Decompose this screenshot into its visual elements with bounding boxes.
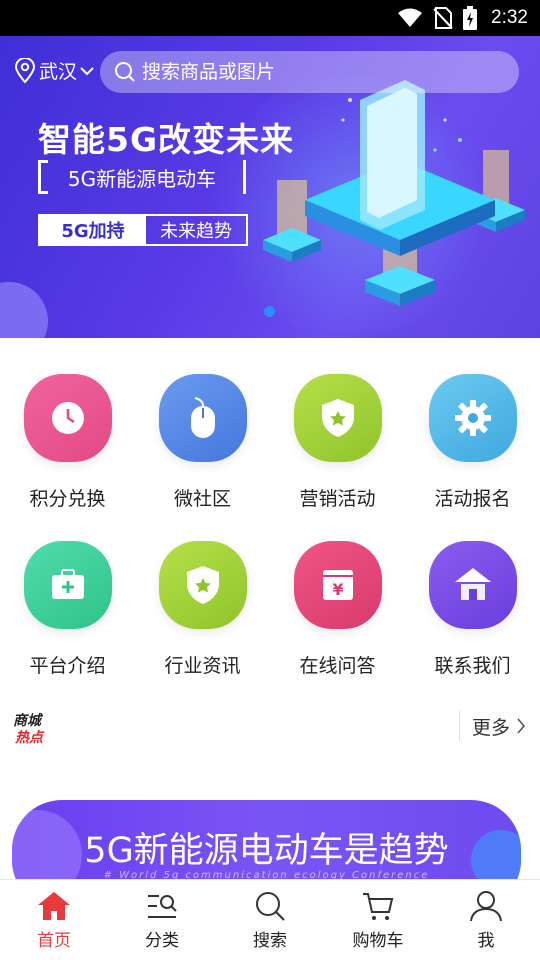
menu-item-event-signup[interactable]: 活动报名 [405, 374, 540, 511]
wifi-icon [398, 8, 423, 27]
promo-title: 5G新能源电动车是趋势 [84, 831, 449, 871]
phone-hologram-illustration [263, 80, 525, 306]
menu-item-community[interactable]: 微社区 [135, 374, 270, 511]
menu-item-marketing[interactable]: 营销活动 [270, 374, 405, 511]
menu-label: 积分兑换 [29, 488, 106, 510]
menu-item-online-qa[interactable]: ¥ 在线问答 [270, 541, 405, 678]
chevron-down-icon [80, 66, 94, 75]
location-label: 武汉 [39, 61, 78, 83]
gear-icon [428, 374, 517, 462]
mall-hot-logo: 商城 热点 [13, 712, 45, 745]
house-icon [428, 541, 517, 629]
no-sim-icon [433, 7, 453, 29]
user-icon [470, 891, 502, 922]
medkit-icon [23, 541, 112, 629]
tab-label: 我 [477, 931, 495, 951]
search-icon [256, 892, 285, 921]
status-icons: 2:32 [397, 0, 528, 36]
yen-box-icon: ¥ [293, 541, 382, 629]
menu-label: 平台介绍 [29, 655, 106, 677]
chevron-right-icon [517, 718, 526, 734]
banner-subtitle: 5G新能源电动车 [38, 160, 246, 194]
menu-label: 联系我们 [434, 655, 511, 677]
menu-item-contact-us[interactable]: 联系我们 [405, 541, 540, 678]
banner-tag-left: 5G加持 [40, 216, 146, 244]
menu-label: 在线问答 [299, 655, 376, 677]
menu-item-industry-news[interactable]: 行业资讯 [135, 541, 270, 678]
search-bar[interactable] [100, 51, 519, 93]
menu-item-points-exchange[interactable]: 积分兑换 [0, 374, 135, 511]
status-bar: 2:32 [0, 0, 540, 36]
carousel-indicator-dot[interactable] [264, 306, 275, 317]
search-input[interactable] [142, 61, 482, 83]
svg-text:热点: 热点 [14, 729, 45, 745]
location-pin-icon [14, 57, 36, 83]
menu-label: 营销活动 [299, 488, 376, 510]
svg-text:¥: ¥ [332, 580, 343, 599]
tab-category[interactable]: 分类 [108, 880, 216, 960]
tab-label: 首页 [37, 931, 71, 951]
bottom-navigation: 首页 分类 搜索 购物车 我 [0, 879, 540, 960]
tab-cart[interactable]: 购物车 [324, 880, 432, 960]
hot-section-header: 商城 热点 更多 [0, 705, 540, 745]
tab-label: 分类 [145, 931, 179, 951]
more-label: 更多 [471, 716, 510, 739]
clock-time: 2:32 [491, 7, 528, 28]
tab-me[interactable]: 我 [432, 880, 540, 960]
banner-tag-right: 未来趋势 [160, 221, 232, 242]
home-icon [38, 892, 70, 920]
mouse-icon [158, 374, 247, 462]
menu-label: 活动报名 [434, 488, 511, 510]
category-icon [148, 895, 177, 918]
banner-tags: 5G加持 未来趋势 [38, 214, 248, 246]
shield-star-icon [158, 541, 247, 629]
menu-label: 行业资讯 [164, 655, 241, 677]
clock-icon [23, 374, 112, 462]
search-icon [115, 62, 135, 82]
battery-charging-icon [463, 6, 478, 30]
menu-item-platform-intro[interactable]: 平台介绍 [0, 541, 135, 678]
tab-label: 购物车 [352, 931, 404, 951]
cart-icon [363, 893, 394, 920]
tab-label: 搜索 [253, 931, 287, 951]
more-link[interactable]: 更多 [458, 711, 526, 741]
tab-home[interactable]: 首页 [0, 880, 108, 960]
tab-search[interactable]: 搜索 [216, 880, 324, 960]
menu-label: 微社区 [173, 488, 231, 510]
svg-text:商城: 商城 [13, 712, 44, 729]
location-selector[interactable]: 武汉 [14, 57, 94, 84]
shield-star-icon [293, 374, 382, 462]
